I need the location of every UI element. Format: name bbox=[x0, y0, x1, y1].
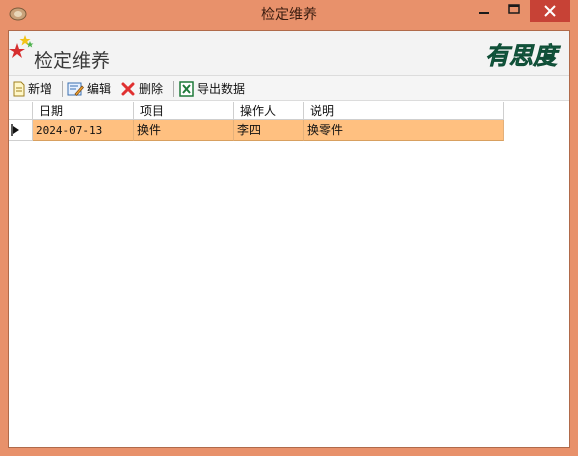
table-cell-item[interactable]: 换件 bbox=[134, 120, 234, 141]
maximize-button[interactable] bbox=[500, 0, 528, 22]
new-button[interactable]: 新增 bbox=[12, 80, 58, 98]
column-header-operator[interactable]: 操作人 bbox=[234, 102, 304, 120]
current-row-arrow-icon bbox=[11, 124, 19, 136]
window-titlebar[interactable]: 检定维养 bbox=[0, 0, 578, 30]
table-cell-operator[interactable]: 李四 bbox=[234, 120, 304, 141]
table-cell-description[interactable]: 换零件 bbox=[304, 120, 504, 141]
excel-export-icon bbox=[179, 81, 194, 97]
minimize-icon bbox=[479, 12, 489, 14]
close-icon bbox=[544, 5, 556, 17]
column-header-description[interactable]: 说明 bbox=[304, 102, 504, 120]
delete-button-label: 删除 bbox=[139, 82, 164, 96]
client-area: 检定维养 有思度 新增 编辑 删除 导出数据 日期 项目 操作人 说明 2024… bbox=[8, 30, 570, 448]
stars-icon bbox=[9, 35, 34, 58]
header-banner: 检定维养 有思度 bbox=[9, 31, 569, 75]
edit-button-label: 编辑 bbox=[87, 82, 112, 96]
page-title: 检定维养 bbox=[34, 50, 111, 72]
export-button-label: 导出数据 bbox=[197, 82, 246, 96]
row-header-corner bbox=[9, 102, 33, 120]
brand-logo: 有思度 bbox=[485, 42, 562, 71]
new-button-label: 新增 bbox=[28, 82, 53, 96]
export-button[interactable]: 导出数据 bbox=[179, 80, 251, 98]
delete-button[interactable]: 删除 bbox=[121, 80, 167, 98]
toolbar-separator bbox=[173, 81, 174, 97]
toolbar: 新增 编辑 删除 导出数据 bbox=[9, 75, 569, 101]
edit-button[interactable]: 编辑 bbox=[67, 80, 113, 98]
new-document-icon bbox=[13, 81, 25, 97]
maximize-icon bbox=[508, 4, 520, 14]
brand-logo-text: 有思度 bbox=[485, 42, 561, 70]
minimize-button[interactable] bbox=[469, 0, 499, 22]
column-header-date[interactable]: 日期 bbox=[33, 102, 134, 120]
row-selector[interactable] bbox=[9, 120, 33, 141]
table-cell-date[interactable]: 2024-07-13 bbox=[33, 120, 134, 141]
column-header-item[interactable]: 项目 bbox=[134, 102, 234, 120]
close-button[interactable] bbox=[530, 0, 570, 22]
delete-icon bbox=[121, 82, 135, 96]
edit-icon bbox=[67, 82, 84, 97]
toolbar-separator bbox=[62, 81, 63, 97]
